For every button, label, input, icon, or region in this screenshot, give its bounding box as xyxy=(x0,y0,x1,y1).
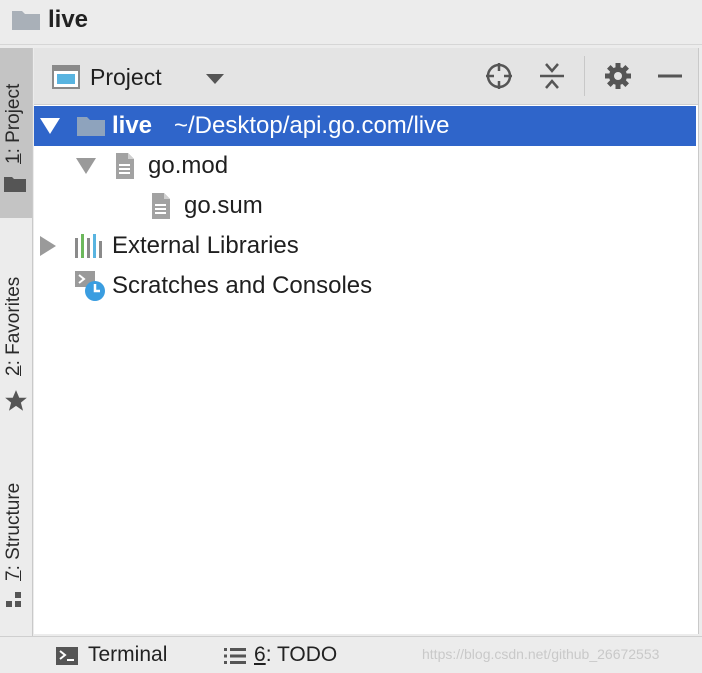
folder-icon xyxy=(12,11,40,30)
file-icon xyxy=(152,193,170,219)
terminal-icon xyxy=(56,647,78,665)
tree-item-scratches[interactable]: Scratches and Consoles xyxy=(34,266,696,306)
star-icon xyxy=(5,390,27,411)
tool-tab-terminal-label: Terminal xyxy=(88,643,168,666)
library-icon xyxy=(75,234,102,258)
tool-tab-todo-label: 6: TODO xyxy=(254,643,338,666)
scratches-icon xyxy=(75,271,105,301)
window-title-bar: live xyxy=(0,0,702,45)
chevron-right-icon[interactable] xyxy=(40,236,56,256)
folder-icon xyxy=(77,117,105,136)
window-title: live xyxy=(48,6,89,33)
tree-item-path: ~/Desktop/api.go.com/live xyxy=(174,112,450,139)
crosshair-icon[interactable] xyxy=(483,60,515,92)
project-panel: Project live ~/Desktop/api.go.com/live g… xyxy=(34,48,699,634)
bottom-tool-bar: Terminal 6: TODO https://blog.csdn.net/g… xyxy=(0,636,702,673)
tree-item-external-libraries[interactable]: External Libraries xyxy=(34,226,696,266)
collapse-all-icon[interactable] xyxy=(536,60,568,92)
left-tool-stripe: 1: Project 2: Favorites 7: Structure xyxy=(0,48,33,636)
tool-tab-structure-label: 7: Structure xyxy=(3,482,24,581)
tree-item-go-sum[interactable]: go.sum xyxy=(34,186,696,226)
tree-item-label: go.mod xyxy=(148,152,229,179)
chevron-down-icon[interactable] xyxy=(76,158,96,174)
watermark: https://blog.csdn.net/github_26672553 xyxy=(422,646,660,662)
tree-item-label: live xyxy=(112,112,153,139)
project-view-icon xyxy=(52,65,80,89)
tool-tab-structure[interactable]: 7: Structure xyxy=(0,453,32,623)
minimize-icon[interactable] xyxy=(654,60,686,92)
chevron-down-icon[interactable] xyxy=(40,118,60,134)
folder-icon xyxy=(4,177,26,192)
file-icon xyxy=(116,153,134,179)
toolbar-divider xyxy=(584,56,585,96)
tree-item-label: go.sum xyxy=(184,192,263,219)
tree-item-label: External Libraries xyxy=(112,232,299,259)
tool-tab-favorites[interactable]: 2: Favorites xyxy=(0,248,32,418)
todo-list-icon xyxy=(224,648,246,664)
tree-item-live[interactable]: live ~/Desktop/api.go.com/live xyxy=(34,106,696,146)
tree-item-go-mod[interactable]: go.mod xyxy=(34,146,696,186)
panel-toolbar: Project xyxy=(34,48,698,105)
tool-tab-project-label: 1: Project xyxy=(3,83,24,164)
tree-item-label: Scratches and Consoles xyxy=(112,272,373,299)
chevron-down-icon xyxy=(206,74,224,84)
tool-tab-project[interactable]: 1: Project xyxy=(0,48,32,218)
project-view-label: Project xyxy=(90,64,162,90)
gear-icon[interactable] xyxy=(602,60,634,92)
structure-icon xyxy=(6,592,21,607)
tool-tab-favorites-label: 2: Favorites xyxy=(3,276,24,376)
